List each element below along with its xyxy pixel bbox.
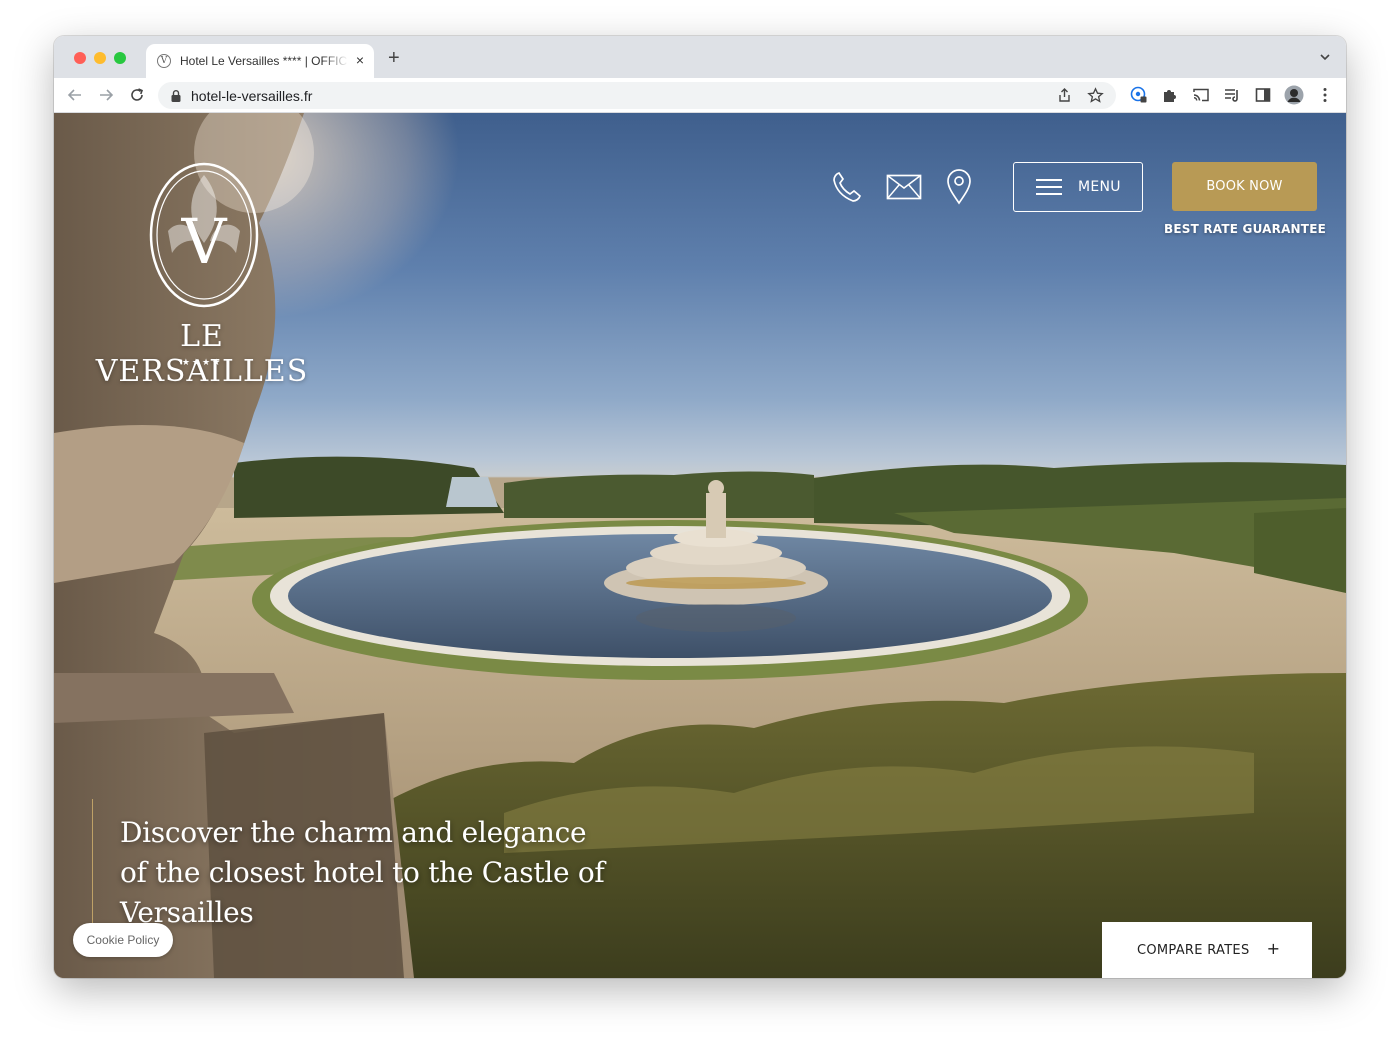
address-bar[interactable]: hotel-le-versailles.fr <box>158 82 1116 109</box>
forward-icon[interactable] <box>97 86 115 104</box>
hotel-logo[interactable]: V <box>148 161 260 309</box>
menu-label: MENU <box>1078 179 1121 195</box>
hero-tagline: Discover the charm and elegance of the c… <box>120 816 605 929</box>
share-icon[interactable] <box>1056 87 1073 104</box>
more-icon[interactable] <box>1316 86 1334 104</box>
menu-button[interactable]: MENU <box>1013 162 1143 212</box>
extension-icon[interactable] <box>1130 86 1148 104</box>
back-icon[interactable] <box>66 86 84 104</box>
profile-avatar[interactable] <box>1284 85 1304 105</box>
mail-icon[interactable] <box>886 174 922 200</box>
minimize-window-button[interactable] <box>94 52 106 64</box>
maximize-window-button[interactable] <box>114 52 126 64</box>
book-now-button[interactable]: BOOK NOW <box>1172 162 1317 211</box>
favicon-icon: V <box>157 54 171 68</box>
hero-section: V LE VERSAILLES ★★★★ MENU BOOK NOW BEST … <box>54 113 1346 978</box>
best-rate-guarantee-link[interactable]: BEST RATE GUARANTEE <box>1164 222 1326 236</box>
plus-icon: + <box>1266 939 1280 958</box>
tab-strip: V Hotel Le Versailles **** | OFFICIAL SI… <box>54 36 1346 78</box>
location-pin-icon[interactable] <box>946 169 972 205</box>
lock-icon[interactable] <box>170 89 182 103</box>
cookie-policy-button[interactable]: Cookie Policy <box>73 923 173 957</box>
url-text: hotel-le-versailles.fr <box>191 87 313 104</box>
tagline-divider <box>92 799 93 929</box>
close-window-button[interactable] <box>74 52 86 64</box>
hamburger-icon <box>1036 179 1062 195</box>
cast-icon[interactable] <box>1192 86 1210 104</box>
compare-rates-label: COMPARE RATES <box>1137 942 1250 958</box>
browser-window: V Hotel Le Versailles **** | OFFICIAL SI… <box>54 36 1346 978</box>
tab-search-chevron-icon[interactable] <box>1318 50 1332 64</box>
phone-icon[interactable] <box>830 170 862 204</box>
bookmark-star-icon[interactable] <box>1087 87 1104 104</box>
tab-title: Hotel Le Versailles **** | OFFICIAL SITE <box>180 54 348 68</box>
reload-icon[interactable] <box>128 86 146 104</box>
side-panel-icon[interactable] <box>1254 86 1272 104</box>
browser-tab[interactable]: V Hotel Le Versailles **** | OFFICIAL SI… <box>146 44 374 78</box>
puzzle-icon[interactable] <box>1161 86 1179 104</box>
tab-close-icon[interactable]: × <box>356 53 364 67</box>
browser-toolbar: hotel-le-versailles.fr <box>54 78 1346 113</box>
new-tab-button[interactable]: + <box>388 48 400 68</box>
logo-letter: V <box>181 205 228 278</box>
hotel-star-rating: ★★★★ <box>181 357 223 367</box>
reading-list-icon[interactable] <box>1223 86 1241 104</box>
hotel-brand-name: LE VERSAILLES <box>95 319 309 389</box>
compare-rates-button[interactable]: COMPARE RATES + <box>1102 922 1312 978</box>
